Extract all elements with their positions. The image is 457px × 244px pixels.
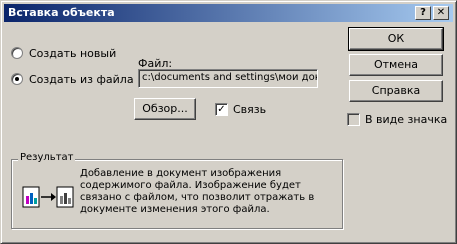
result-description: Добавление в документ изображения содерж…	[80, 168, 315, 215]
link-option[interactable]: ✓ Связь	[215, 101, 266, 117]
file-link-icon	[22, 186, 74, 208]
link-label: Связь	[233, 102, 267, 116]
window-title: Вставка объекта	[8, 6, 115, 19]
create-new-option[interactable]: Создать новый	[11, 45, 116, 61]
link-checkbox[interactable]: ✓	[215, 102, 228, 116]
create-from-file-label: Создать из файла	[29, 72, 134, 86]
close-icon[interactable]: ✕	[433, 6, 449, 20]
display-as-icon-option[interactable]: В виде значка	[347, 111, 447, 127]
file-path-field[interactable]: c:\documents and settings\мои докуме	[138, 69, 318, 88]
insert-object-dialog: Вставка объекта ? ✕ Создать новый Создат…	[0, 0, 457, 244]
create-new-label: Создать новый	[29, 46, 117, 60]
ok-button[interactable]: ОК	[348, 27, 444, 51]
help-button[interactable]: Справка	[349, 80, 443, 102]
create-from-file-option[interactable]: Создать из файла	[11, 71, 134, 87]
result-group-title: Результат	[18, 152, 76, 163]
result-group: Результат Добавление в документ изображе…	[11, 152, 343, 229]
browse-button[interactable]: Обзор...	[134, 98, 196, 120]
title-bar[interactable]: Вставка объекта ? ✕	[4, 4, 453, 22]
display-as-icon-label: В виде значка	[365, 112, 448, 126]
create-from-file-radio[interactable]	[11, 73, 23, 85]
create-new-radio[interactable]	[11, 47, 23, 59]
display-as-icon-checkbox[interactable]	[347, 112, 360, 126]
help-title-button[interactable]: ?	[415, 6, 431, 20]
cancel-button[interactable]: Отмена	[349, 54, 443, 76]
